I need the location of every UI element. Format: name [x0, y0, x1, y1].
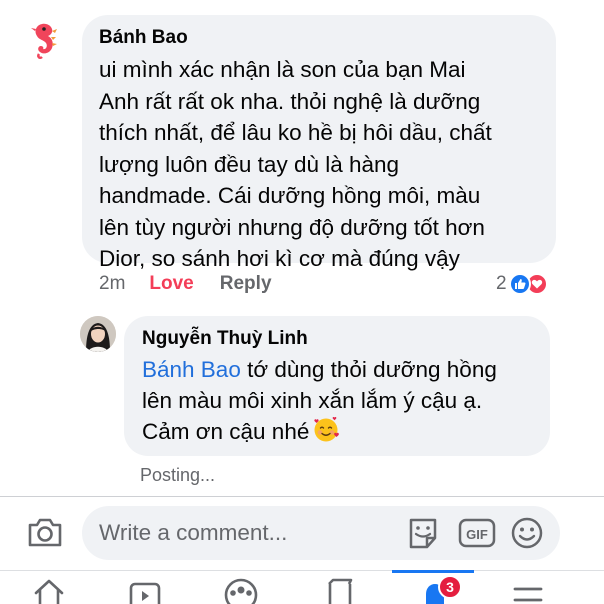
comment-line: ui mình xác nhận là son của bạn Mai — [99, 57, 466, 82]
comment-bubble: Bánh Bao ui mình xác nhận là son của bạn… — [82, 15, 556, 271]
reply-line: Cảm ơn cậu nhé — [142, 416, 534, 451]
reply-line-rest: tớ dùng thỏi dưỡng hồng — [240, 357, 497, 382]
comment-composer: GIF — [82, 506, 560, 560]
comment-line: lên tùy người nhưng độ dưỡng tốt hơn — [99, 214, 485, 240]
reaction-count: 2 — [496, 273, 507, 294]
emoji-icon[interactable] — [510, 516, 544, 550]
posting-status: Posting... — [140, 465, 216, 485]
love-button[interactable]: Love — [149, 273, 193, 295]
reply-line: Bánh Bao tớ dùng thỏi dưỡng hồng — [142, 354, 534, 385]
gif-label: GIF — [466, 527, 488, 542]
comment-line: handmade. Cái dưỡng hồng môi, màu — [99, 183, 481, 208]
comment-actions: 2m Love Reply — [99, 271, 272, 297]
seahorse-avatar[interactable] — [22, 18, 66, 62]
sticker-icon[interactable] — [405, 516, 441, 550]
reply-line-text: Cảm ơn cậu nhé — [142, 419, 310, 444]
comment-line: thích nhất, để lâu ko hề bị hôi dầu, chấ… — [99, 120, 492, 145]
user-avatar[interactable] — [80, 316, 116, 352]
nav-active-indicator — [392, 570, 474, 573]
groups-icon[interactable] — [222, 576, 260, 604]
reply-text: Bánh Bao tớ dùng thỏi dưỡng hồng lên màu… — [142, 354, 534, 451]
comment-line: lượng luôn đều tay dù là hàng — [99, 151, 400, 177]
comment-timestamp[interactable]: 2m — [99, 273, 125, 295]
watch-icon[interactable] — [128, 576, 162, 604]
reaction-summary[interactable]: 2 — [496, 271, 548, 297]
like-icon — [508, 273, 531, 295]
composer-divider — [0, 496, 604, 497]
comment-input[interactable] — [99, 506, 399, 560]
gif-button[interactable]: GIF — [458, 517, 496, 549]
comment-author[interactable]: Bánh Bao — [99, 26, 540, 50]
marketplace-icon[interactable] — [323, 576, 357, 604]
reply-line: lên màu môi xinh xắn lắm ý cậu ạ. — [142, 388, 483, 413]
camera-icon[interactable] — [27, 516, 63, 548]
mention-link[interactable]: Bánh Bao — [142, 357, 241, 382]
menu-icon[interactable] — [512, 576, 544, 604]
comment-text: ui mình xác nhận là son của bạn Mai Anh … — [99, 54, 540, 275]
reply-author[interactable]: Nguyễn Thuỳ Linh — [142, 327, 534, 351]
home-icon[interactable] — [32, 576, 66, 604]
smiling-face-with-hearts-icon — [313, 417, 340, 451]
reply-button[interactable]: Reply — [220, 273, 272, 295]
nav-divider — [0, 570, 604, 571]
notification-badge: 3 — [438, 575, 462, 599]
comment-line: Dior, so sánh hơi kì cơ mà đúng vậy — [99, 246, 460, 271]
comment-line: Anh rất rất ok nha. thỏi nghệ là dưỡng — [99, 88, 481, 114]
reply-bubble: Nguyễn Thuỳ Linh Bánh Bao tớ dùng thỏi d… — [124, 316, 550, 456]
